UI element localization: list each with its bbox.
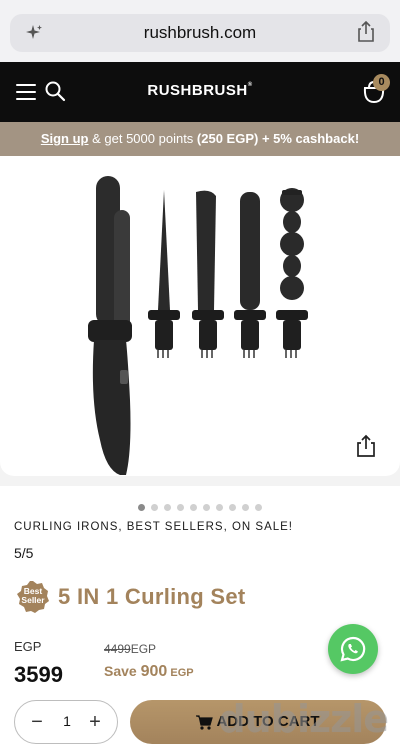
url-domain[interactable]: rushbrush.com <box>10 23 390 43</box>
quantity-decrease-button[interactable]: − <box>27 711 47 733</box>
browser-chrome: rushbrush.com <box>0 0 400 62</box>
quantity-stepper: − 1 + <box>14 700 118 744</box>
wand-3 <box>234 192 266 358</box>
gallery-dot[interactable] <box>242 504 249 511</box>
gallery-pagination <box>0 498 400 511</box>
whatsapp-icon <box>340 636 366 662</box>
gallery-dot[interactable] <box>190 504 197 511</box>
gallery-dot[interactable] <box>151 504 158 511</box>
best-seller-badge-text: Best Seller <box>21 586 45 605</box>
quantity-value[interactable]: 1 <box>55 713 79 729</box>
savings-label: Save 900 EGP <box>104 663 194 680</box>
wand-4 <box>276 188 308 358</box>
product-categories[interactable]: CURLING IRONS, BEST SELLERS, ON SALE! <box>14 521 293 533</box>
product-rating: 5/5 <box>14 545 34 561</box>
site-logo[interactable]: RUSHBRUSH® <box>0 82 400 99</box>
product-image <box>88 176 308 475</box>
promo-text: & get 5000 points <box>88 131 197 146</box>
share-icon[interactable] <box>356 21 376 43</box>
gallery-dot[interactable] <box>138 504 145 511</box>
gallery-dot[interactable] <box>203 504 210 511</box>
site-header: RUSHBRUSH® 0 <box>0 62 400 122</box>
wand-2 <box>192 190 224 358</box>
gallery-dot[interactable] <box>216 504 223 511</box>
signup-link[interactable]: Sign up <box>41 131 89 146</box>
product-gallery[interactable] <box>0 156 400 476</box>
product-title: 5 IN 1 Curling Set <box>58 584 246 609</box>
gallery-dot[interactable] <box>164 504 171 511</box>
promo-banner: Sign up & get 5000 points (250 EGP) + 5%… <box>0 122 400 156</box>
gallery-dot[interactable] <box>229 504 236 511</box>
gallery-dot[interactable] <box>255 504 262 511</box>
dubizzle-watermark: dubizzle <box>218 697 389 741</box>
whatsapp-button[interactable] <box>328 624 378 674</box>
cart-icon <box>196 714 214 730</box>
promo-highlight: (250 EGP) + 5% cashback! <box>196 131 360 146</box>
share-product-icon[interactable] <box>356 434 376 458</box>
quantity-increase-button[interactable]: + <box>85 711 105 733</box>
url-bar[interactable]: rushbrush.com <box>10 14 390 52</box>
gallery-dot[interactable] <box>177 504 184 511</box>
cart-count-badge: 0 <box>373 74 390 91</box>
price-currency: EGP <box>14 639 42 654</box>
original-price: 4499EGP <box>104 642 157 656</box>
wand-1 <box>148 190 180 358</box>
sale-price: 3599 <box>14 662 63 687</box>
